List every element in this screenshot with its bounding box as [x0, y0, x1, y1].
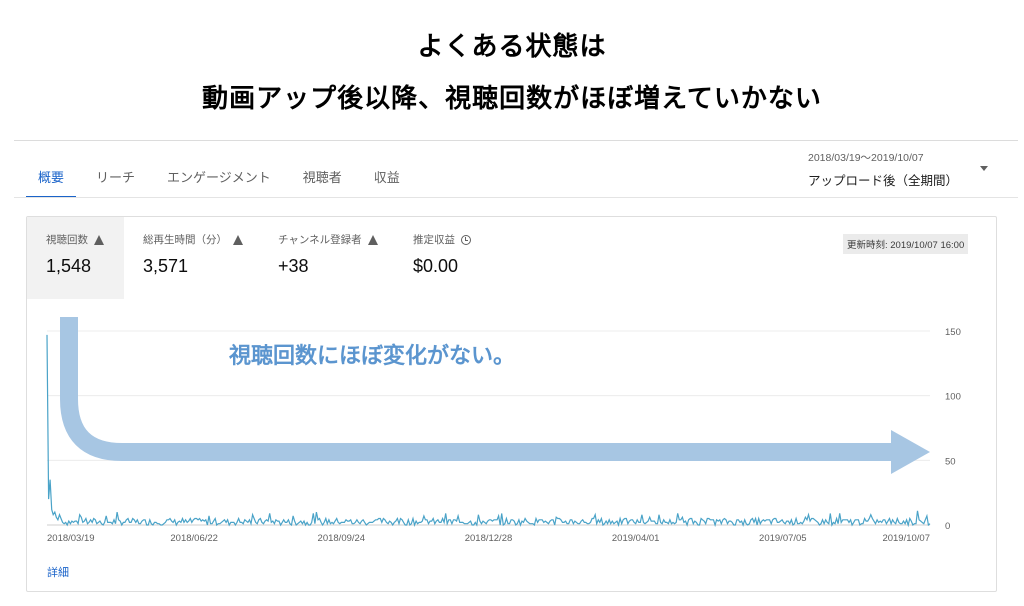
views-line-chart: 150 100 50 0 2018/03/19 2018/06/22 2018/09/24 2…: [46, 317, 961, 544]
updated-time-badge: 更新時刻: 2019/10/07 16:00: [843, 234, 969, 254]
dropdown-caret-icon[interactable]: [980, 166, 988, 171]
metric-value: 3,571: [143, 256, 189, 276]
tab-bar: 概要 リーチ エンゲージメント 視聴者 収益: [26, 160, 420, 198]
tab-reach[interactable]: リーチ: [84, 160, 147, 198]
x-tick-label: 2019/10/07: [882, 533, 930, 544]
metric-subscribers[interactable]: チャンネル登録者 +38: [259, 217, 392, 299]
detail-link[interactable]: 詳細: [47, 564, 69, 580]
metric-label: チャンネル登録者: [278, 234, 362, 246]
date-range-dates: 2018/03/19〜2019/10/07: [808, 152, 924, 164]
y-tick-label: 0: [945, 521, 950, 532]
x-tick-label: 2018/12/28: [465, 533, 513, 544]
clock-icon: [461, 234, 471, 245]
metric-value: 1,548: [46, 256, 92, 276]
top-divider: [14, 140, 1018, 141]
x-tick-label: 2019/07/05: [759, 533, 807, 544]
y-tick-label: 50: [945, 456, 956, 467]
metric-views[interactable]: 視聴回数 1,548: [27, 217, 124, 299]
headline-line-2: 動画アップ後以降、視聴回数がほぼ増えていかない: [202, 84, 822, 114]
y-tick-label: 100: [945, 392, 961, 403]
x-tick-label: 2019/04/01: [612, 533, 660, 544]
annotation-arrow-head: [891, 430, 930, 474]
tab-engagement[interactable]: エンゲージメント: [155, 160, 283, 198]
metric-label: 視聴回数: [46, 234, 88, 246]
headline-line-1: よくある状態は: [417, 32, 607, 62]
metric-value: $0.00: [413, 256, 459, 276]
metric-label: 推定収益: [413, 234, 455, 246]
metric-label: 総再生時間（分）: [143, 234, 227, 246]
x-tick-label: 2018/06/22: [170, 533, 218, 544]
tabs-divider: [14, 197, 1018, 198]
warning-icon: [94, 234, 104, 245]
date-range-selector[interactable]: 2018/03/19〜2019/10/07 アップロード後（全期間）: [808, 150, 958, 189]
annotation-arrow-shaft: [60, 317, 892, 461]
tab-revenue[interactable]: 収益: [362, 160, 412, 198]
annotation-text: 視聴回数にほぼ変化がない。: [229, 343, 515, 369]
warning-icon: [233, 234, 243, 245]
metric-revenue[interactable]: 推定収益 $0.00: [394, 217, 514, 299]
tab-overview[interactable]: 概要: [26, 160, 77, 198]
analytics-card: 視聴回数 1,548 総再生時間（分） 3,571 チャンネル登録者 +38 推…: [26, 216, 997, 592]
date-range-label: アップロード後（全期間）: [808, 174, 959, 188]
metric-value: +38: [278, 256, 309, 276]
x-tick-label: 2018/09/24: [318, 533, 366, 544]
metric-watch-time[interactable]: 総再生時間（分） 3,571: [124, 217, 258, 299]
tab-audience[interactable]: 視聴者: [291, 160, 354, 198]
x-tick-label: 2018/03/19: [47, 533, 95, 544]
warning-icon: [367, 234, 378, 245]
y-tick-label: 150: [945, 327, 961, 338]
